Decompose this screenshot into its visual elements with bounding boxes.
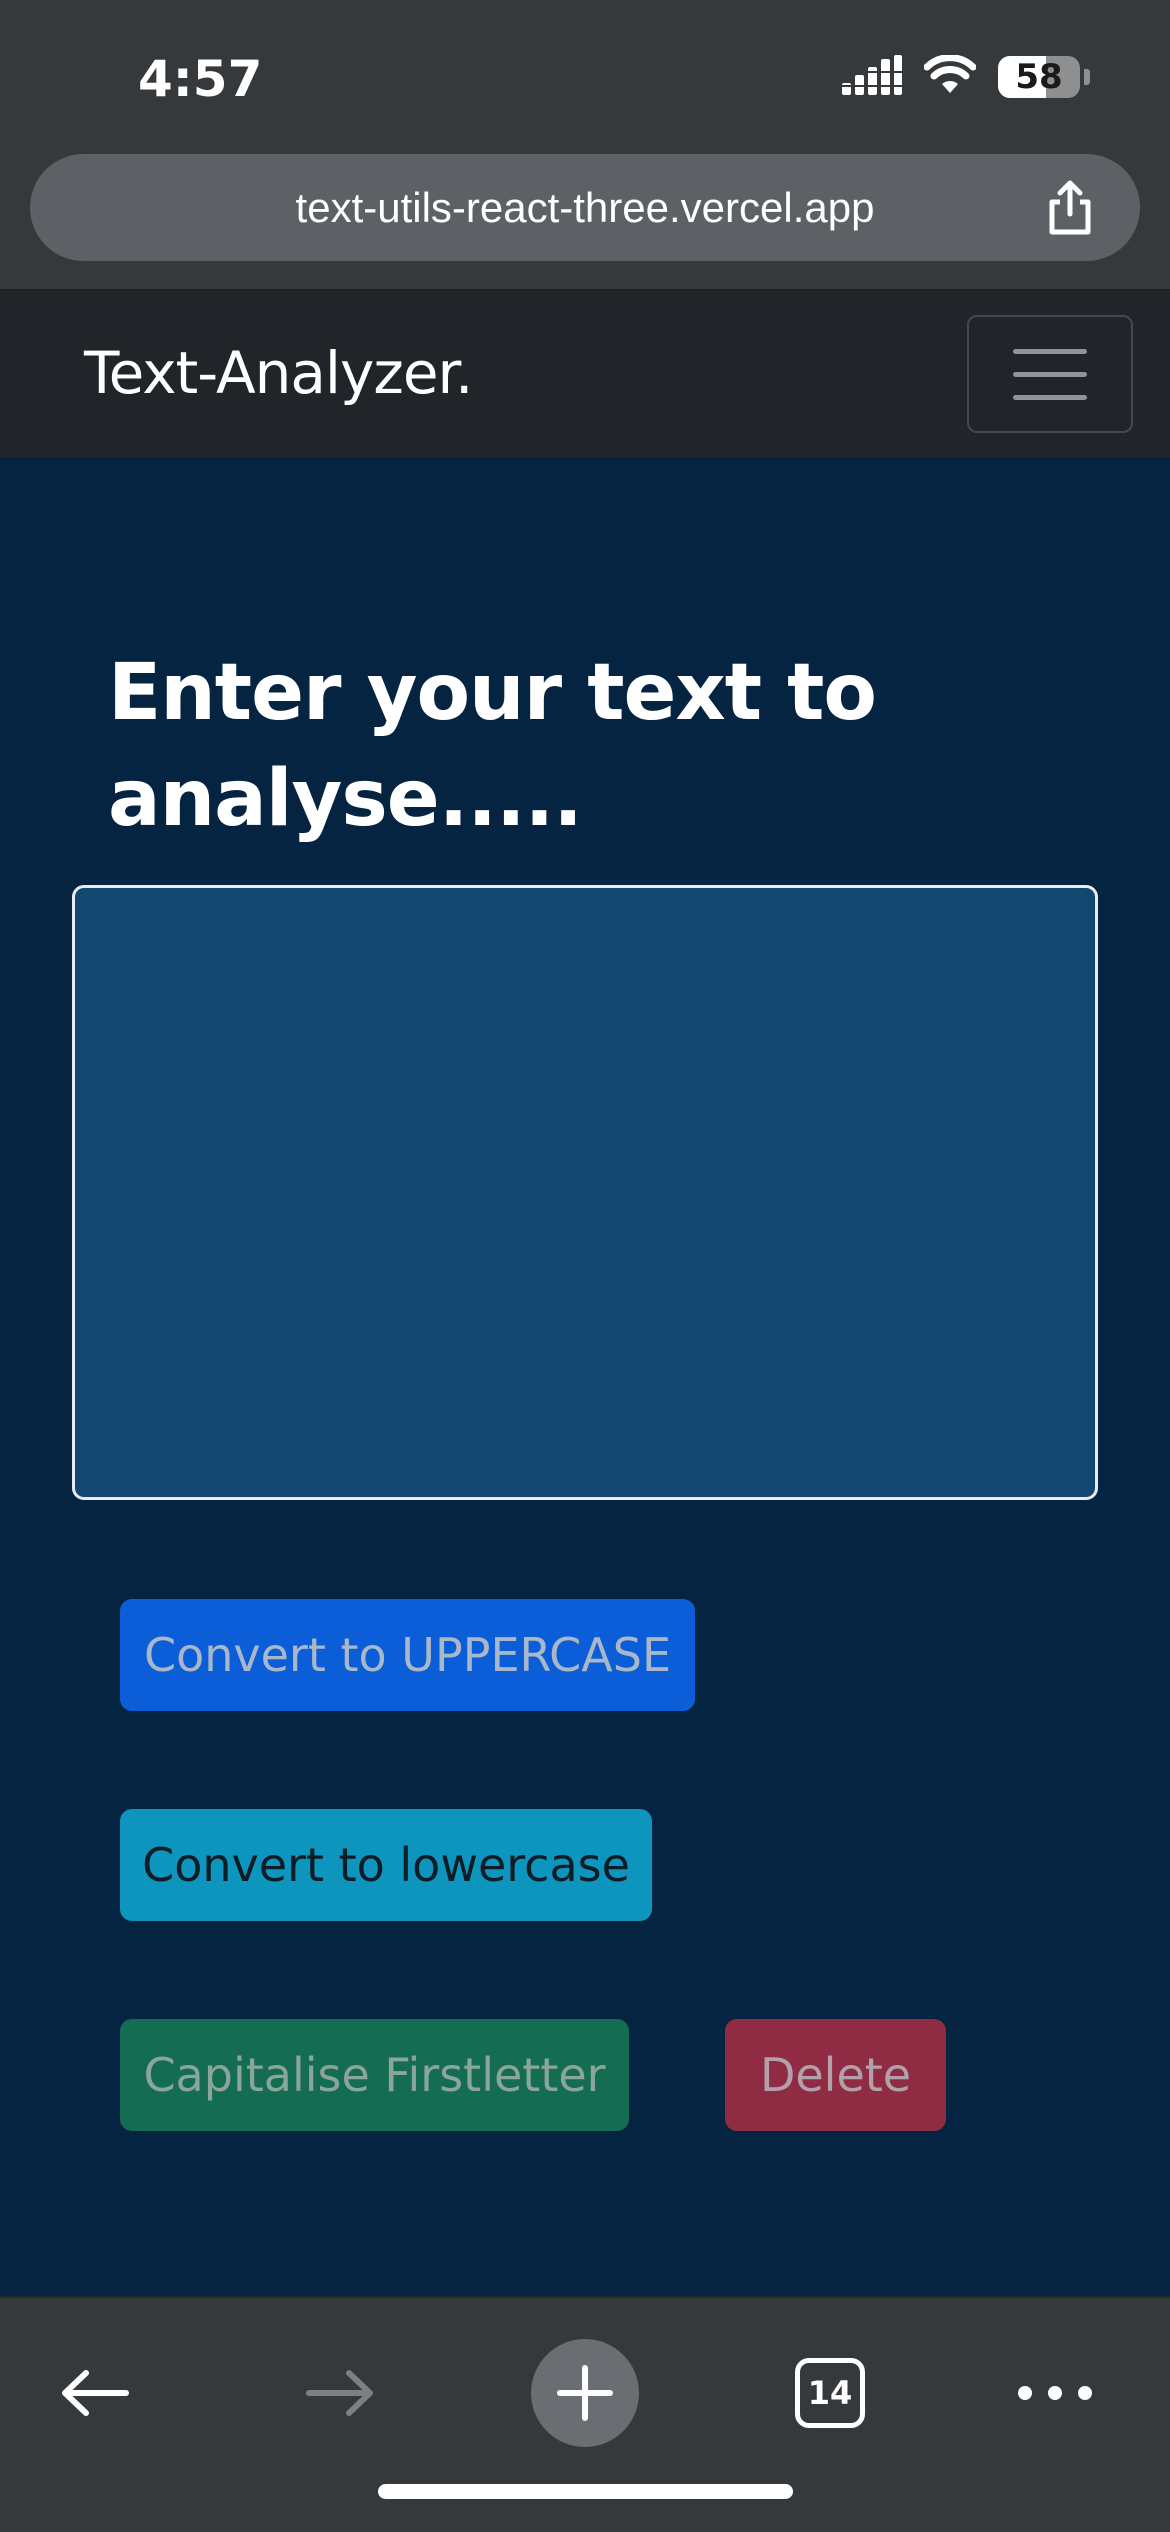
page-title: Enter your text to analyse..... (108, 648, 877, 844)
home-indicator[interactable] (378, 2484, 793, 2499)
status-icons: 58 (842, 52, 1090, 102)
hamburger-line (1013, 394, 1087, 400)
wifi-icon (923, 54, 977, 99)
page: 4:57 58 text-utils-react-three.vercel.ap… (0, 0, 1170, 2532)
uppercase-button[interactable]: Convert to UPPERCASE (120, 1599, 695, 1711)
arrow-left-icon[interactable] (40, 2338, 150, 2448)
status-time: 4:57 (138, 50, 263, 108)
plus-icon[interactable] (530, 2338, 640, 2448)
text-input[interactable] (72, 885, 1098, 1500)
delete-button[interactable]: Delete (725, 2019, 946, 2131)
hamburger-line (1013, 371, 1087, 377)
cellular-signal-icon (842, 55, 902, 99)
hamburger-menu-icon[interactable] (967, 315, 1133, 433)
browser-top-bar: 4:57 58 text-utils-react-three.vercel.ap… (0, 0, 1170, 291)
battery-icon: 58 (998, 56, 1080, 98)
navbar: Text-Analyzer. (0, 291, 1170, 457)
lowercase-button[interactable]: Convert to lowercase (120, 1809, 652, 1921)
battery-level: 58 (1015, 57, 1063, 97)
tabs-count[interactable]: 14 (795, 2358, 865, 2428)
capitalise-button[interactable]: Capitalise Firstletter (120, 2019, 629, 2131)
url-text[interactable]: text-utils-react-three.vercel.app (296, 184, 875, 232)
share-icon[interactable] (1040, 178, 1100, 238)
battery-cap (1084, 69, 1090, 85)
navbar-brand[interactable]: Text-Analyzer. (84, 339, 473, 407)
hamburger-line (1013, 348, 1087, 354)
arrow-right-icon[interactable] (285, 2338, 395, 2448)
tabs-icon[interactable]: 14 (775, 2338, 885, 2448)
url-bar[interactable]: text-utils-react-three.vercel.app (30, 154, 1140, 261)
more-dots-icon[interactable] (1000, 2338, 1110, 2448)
